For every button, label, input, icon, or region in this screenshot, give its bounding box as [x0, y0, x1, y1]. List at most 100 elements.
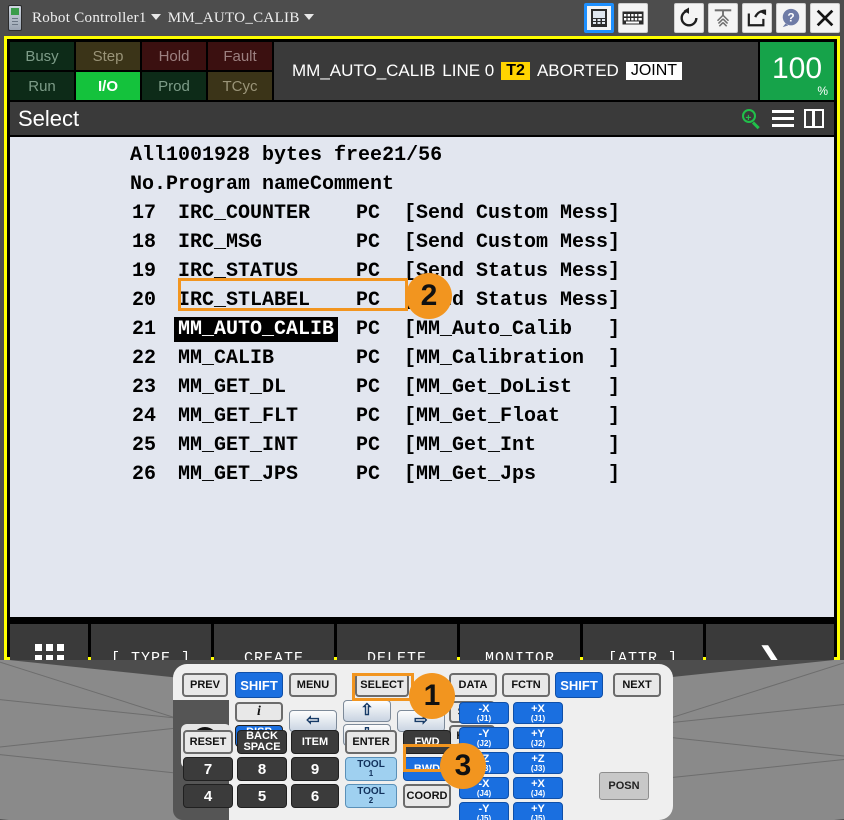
memory-free: 1001928 bytes free: [166, 144, 383, 167]
status-led-grid: Busy Step Hold Fault Run I/O Prod TCyc: [10, 42, 272, 100]
selected-program-name: MM_AUTO_CALIB: [174, 317, 339, 342]
teach-pendant-glyph-icon: [591, 9, 607, 27]
app-root: Robot Controller1 MM_AUTO_CALIB ? Busy S…: [0, 0, 844, 820]
key-jog-neg-y-j5[interactable]: -Y (J5): [459, 802, 509, 820]
help-button[interactable]: ?: [776, 3, 806, 33]
key-fctn[interactable]: FCTN: [502, 673, 550, 697]
callout-badge-2: 2: [406, 273, 452, 319]
screen-inner: Busy Step Hold Fault Run I/O Prod TCyc M…: [7, 39, 837, 693]
title-bar: Robot Controller1 MM_AUTO_CALIB ?: [0, 0, 844, 36]
key-tool2-line2: 2: [368, 796, 374, 805]
speed-unit: %: [817, 84, 828, 98]
key-tool1-line2: 1: [368, 769, 374, 778]
key-fwd[interactable]: FWD: [403, 730, 451, 754]
col-header-comment: Comment: [310, 173, 395, 196]
page-title: Select: [18, 105, 80, 131]
status-run-state: ABORTED: [536, 61, 619, 80]
help-icon: ?: [782, 8, 800, 28]
key-select[interactable]: SELECT: [355, 673, 409, 697]
key-shift-left[interactable]: SHIFT: [235, 672, 283, 698]
status-led-tcyc: TCyc: [208, 72, 272, 100]
table-row[interactable]: 24 MM_GET_FLT PC [MM_Get_Float ]: [10, 402, 834, 431]
key-data[interactable]: DATA: [449, 673, 497, 697]
status-program: MM_AUTO_CALIB: [292, 61, 436, 80]
key-reset[interactable]: RESET: [183, 730, 233, 754]
pendant-shell-left: [0, 660, 190, 820]
list-counter: 21/56: [382, 144, 443, 167]
table-row[interactable]: 25 MM_GET_INT PC [MM_Get_Int ]: [10, 431, 834, 460]
close-icon: [816, 9, 834, 27]
robot-tree-button[interactable]: [708, 3, 738, 33]
keyboard-icon: [622, 11, 644, 25]
table-row[interactable]: 18 IRC_MSG PC [Send Custom Mess]: [10, 228, 834, 257]
refresh-icon: [680, 7, 698, 27]
status-mode-badge: T2: [501, 62, 530, 80]
key-next[interactable]: NEXT: [613, 673, 661, 697]
key-posn[interactable]: POSN: [599, 772, 649, 800]
robot-dropdown-caret-icon[interactable]: [150, 14, 161, 21]
key-shift-right[interactable]: SHIFT: [555, 672, 603, 698]
key-tool-1[interactable]: TOOL 1: [345, 757, 397, 781]
teach-pendant-icon: [8, 5, 22, 31]
key-num-5[interactable]: 5: [237, 784, 287, 808]
speed-override-indicator: 100 %: [760, 42, 834, 100]
key-jog-pos-y-j2[interactable]: +Y (J2): [513, 727, 563, 749]
table-row[interactable]: 17 IRC_COUNTER PC [Send Custom Mess]: [10, 199, 834, 228]
status-bar: Busy Step Hold Fault Run I/O Prod TCyc M…: [10, 42, 834, 100]
screen-header-icons: +: [742, 108, 834, 129]
key-info[interactable]: i: [235, 702, 283, 722]
key-jog-pos-y-j5[interactable]: +Y (J5): [513, 802, 563, 820]
key-arrow-left[interactable]: ⇦: [289, 710, 337, 732]
keyboard-view-button[interactable]: [618, 3, 648, 33]
robot-tree-icon: [714, 9, 732, 27]
memory-status-line: All 1001928 bytes free 21/56: [10, 141, 834, 170]
key-num-8[interactable]: 8: [237, 757, 287, 781]
key-arrow-up[interactable]: ⇧: [343, 700, 391, 722]
key-num-4[interactable]: 4: [183, 784, 233, 808]
program-name-label: MM_AUTO_CALIB: [167, 9, 300, 26]
col-header-no: No.: [130, 173, 167, 196]
status-led-hold: Hold: [142, 42, 206, 70]
status-coord-badge: JOINT: [625, 62, 683, 80]
teach-pendant-screen: Busy Step Hold Fault Run I/O Prod TCyc M…: [4, 36, 840, 693]
key-item[interactable]: ITEM: [291, 730, 339, 754]
speed-value: 100: [771, 52, 823, 85]
program-dropdown-caret-icon[interactable]: [303, 14, 314, 21]
status-line-number: LINE 0: [442, 61, 495, 80]
popout-button[interactable]: [742, 3, 772, 33]
callout-badge-1: 1: [409, 673, 455, 719]
col-header-name: Program name: [166, 173, 311, 196]
key-num-6[interactable]: 6: [291, 784, 339, 808]
key-prev[interactable]: PREV: [182, 673, 228, 697]
popout-icon: [747, 9, 767, 27]
key-jog-pos-z-j3[interactable]: +Z (J3): [513, 752, 563, 774]
status-led-prod: Prod: [142, 72, 206, 100]
table-row[interactable]: 26 MM_GET_JPS PC [MM_Get_Jps ]: [10, 460, 834, 489]
key-backspace[interactable]: BACK SPACE: [237, 730, 287, 754]
key-jog-neg-x-j1[interactable]: -X (J1): [459, 702, 509, 724]
table-row-selected[interactable]: 21 MM_AUTO_CALIB PC [MM_Auto_Calib ]: [10, 315, 834, 344]
status-line: MM_AUTO_CALIB LINE 0 T2 ABORTED JOINT: [274, 42, 758, 100]
key-menu[interactable]: MENU: [289, 673, 337, 697]
robot-name-label: Robot Controller1: [32, 9, 147, 26]
status-led-run: Run: [10, 72, 74, 100]
menu-icon[interactable]: [772, 110, 794, 127]
program-list: All 1001928 bytes free 21/56 No. Program…: [10, 137, 834, 617]
table-row[interactable]: 23 MM_GET_DL PC [MM_Get_DoList ]: [10, 373, 834, 402]
key-jog-pos-x-j1[interactable]: +X (J1): [513, 702, 563, 724]
close-button[interactable]: [810, 3, 840, 33]
list-column-headers: No. Program name Comment: [10, 170, 834, 199]
key-coord[interactable]: COORD: [403, 784, 451, 808]
pendant-view-button[interactable]: [584, 3, 614, 33]
key-num-7[interactable]: 7: [183, 757, 233, 781]
key-enter[interactable]: ENTER: [345, 730, 397, 754]
key-tool-2[interactable]: TOOL 2: [345, 784, 397, 808]
split-view-icon[interactable]: [804, 109, 824, 128]
zoom-in-icon[interactable]: +: [742, 108, 762, 129]
svg-text:?: ?: [787, 11, 794, 25]
memory-label: All: [130, 144, 167, 167]
key-jog-pos-x-j4[interactable]: +X (J4): [513, 777, 563, 799]
key-num-9[interactable]: 9: [291, 757, 339, 781]
table-row[interactable]: 22 MM_CALIB PC [MM_Calibration ]: [10, 344, 834, 373]
refresh-button[interactable]: [674, 3, 704, 33]
